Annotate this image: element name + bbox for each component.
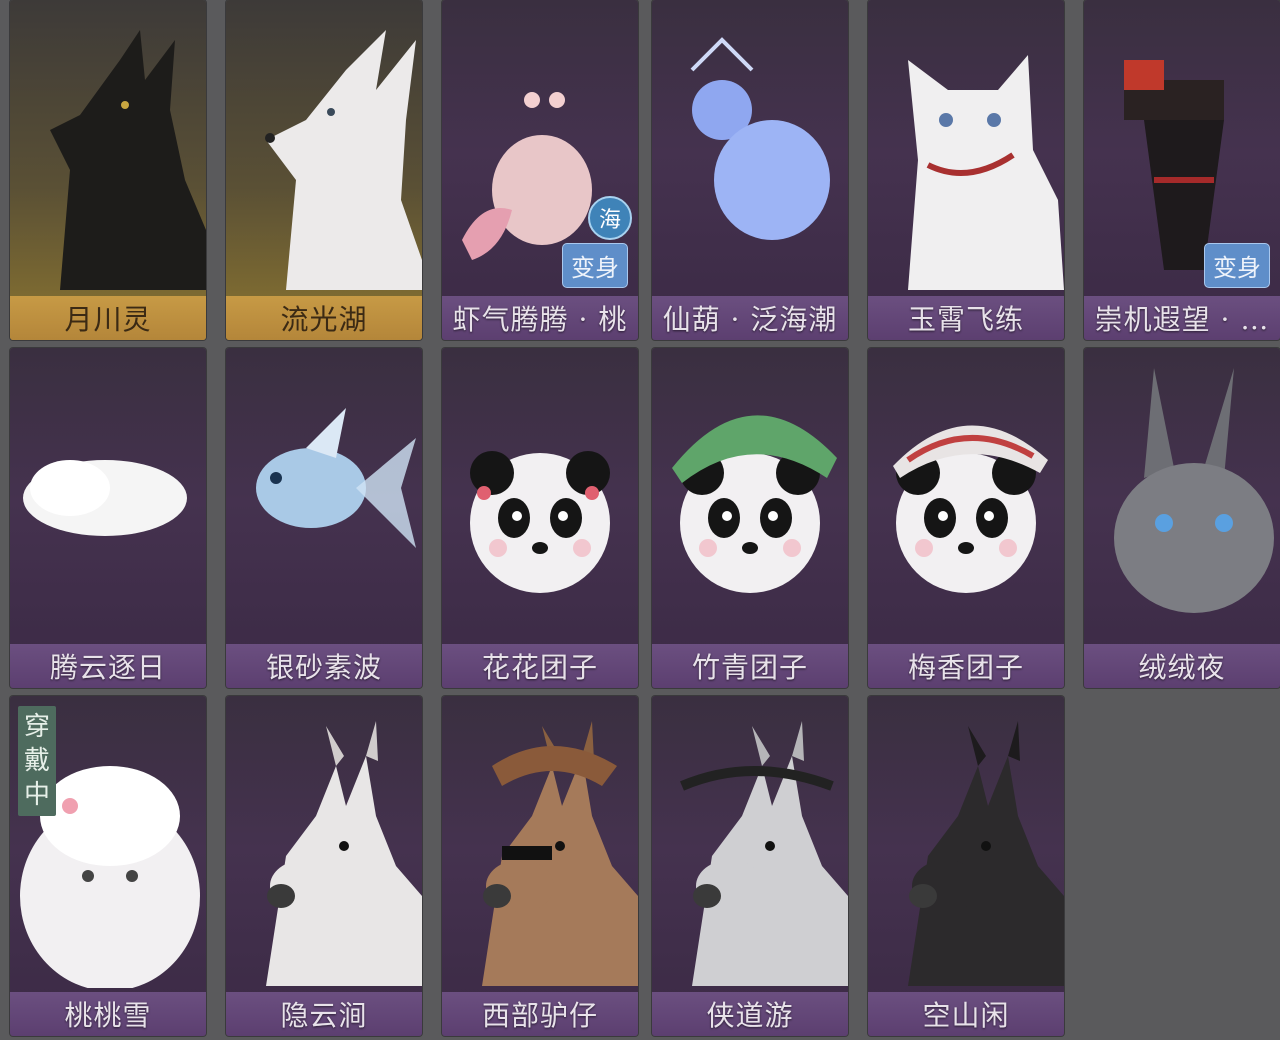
mount-grid: 月川灵 流光湖 海变身 虾气腾腾 · 桃 仙葫 · 泛海潮 玉霄飞练 变身 崇机… [0, 0, 1280, 1040]
card-name: 西部驴仔 [481, 999, 598, 1032]
card-name-bar: 月川灵 [10, 296, 206, 340]
panda-red-hat-icon [893, 425, 1048, 593]
mount-card[interactable]: 西部驴仔 [442, 696, 638, 1036]
mount-card[interactable]: 流光湖 [226, 0, 422, 340]
card-name-bar: 空山闲 [868, 992, 1064, 1036]
card-name: 流光湖 [280, 303, 368, 336]
card-name-bar: 隐云涧 [226, 992, 422, 1036]
mount-card[interactable]: 绒绒夜 [1084, 348, 1280, 688]
goldfish-icon [256, 408, 416, 548]
gray-rabbit-icon [1114, 368, 1274, 613]
card-name: 侠道游 [706, 999, 794, 1032]
card-name: 虾气腾腾 · 桃 [452, 303, 628, 336]
sea-badge: 海 [588, 196, 632, 240]
card-name-bar: 崇机遐望 · … [1084, 296, 1280, 340]
card-name-bar: 桃桃雪 [10, 992, 206, 1036]
card-name-bar: 梅香团子 [868, 644, 1064, 688]
mount-card[interactable]: 变身崇机遐望 · … [1084, 0, 1280, 340]
wearing-tag: 穿戴中 [18, 706, 56, 816]
transform-badge: 变身 [1204, 243, 1270, 288]
white-fox-icon [265, 30, 422, 290]
card-name-bar: 竹青团子 [652, 644, 848, 688]
white-cat-icon [908, 55, 1064, 290]
mount-card[interactable]: 花花团子 [442, 348, 638, 688]
card-name-bar: 腾云逐日 [10, 644, 206, 688]
card-name: 竹青团子 [691, 651, 808, 684]
card-name: 腾云逐日 [49, 651, 166, 684]
card-name-bar: 虾气腾腾 · 桃 [442, 296, 638, 340]
card-name-bar: 侠道游 [652, 992, 848, 1036]
card-name: 银砂素波 [265, 651, 382, 684]
mount-card[interactable]: 银砂素波 [226, 348, 422, 688]
card-name: 玉霄飞练 [907, 303, 1024, 336]
card-name: 空山闲 [922, 999, 1010, 1032]
black-fox-icon [50, 30, 206, 290]
card-name-bar: 银砂素波 [226, 644, 422, 688]
card-name-bar: 流光湖 [226, 296, 422, 340]
mount-card[interactable]: 竹青团子 [652, 348, 848, 688]
card-name-bar: 绒绒夜 [1084, 644, 1280, 688]
card-name: 崇机遐望 · … [1094, 303, 1270, 336]
mount-card[interactable]: 侠道游 [652, 696, 848, 1036]
mount-card[interactable]: 海变身虾气腾腾 · 桃 [442, 0, 638, 340]
card-name: 仙葫 · 泛海潮 [662, 303, 838, 336]
mount-card[interactable]: 梅香团子 [868, 348, 1064, 688]
card-name: 梅香团子 [907, 651, 1024, 684]
mount-card[interactable]: 空山闲 [868, 696, 1064, 1036]
mount-card[interactable]: 玉霄飞练 [868, 0, 1064, 340]
white-donkey-icon [266, 721, 422, 986]
mount-card[interactable]: 腾云逐日 [10, 348, 206, 688]
card-name: 绒绒夜 [1138, 651, 1226, 684]
card-name: 月川灵 [64, 303, 152, 336]
mount-card[interactable]: 仙葫 · 泛海潮 [652, 0, 848, 340]
mount-card[interactable]: 月川灵 [10, 0, 206, 340]
card-name-bar: 仙葫 · 泛海潮 [652, 296, 848, 340]
gourd-icon [690, 37, 830, 240]
gray-donkey-icon [680, 721, 848, 986]
card-name: 花花团子 [481, 651, 598, 684]
black-donkey-icon [908, 721, 1064, 986]
card-name-bar: 花花团子 [442, 644, 638, 688]
cloud-icon [23, 460, 187, 536]
card-name: 桃桃雪 [64, 999, 152, 1032]
mount-card[interactable]: 穿戴中桃桃雪 [10, 696, 206, 1036]
card-name: 隐云涧 [280, 999, 368, 1032]
mount-card[interactable]: 隐云涧 [226, 696, 422, 1036]
panda-green-hat-icon [672, 415, 837, 593]
cowboy-donkey-icon [482, 721, 638, 986]
panda-icon [470, 451, 610, 593]
card-name-bar: 西部驴仔 [442, 992, 638, 1036]
transform-badge: 变身 [562, 243, 628, 288]
card-name-bar: 玉霄飞练 [868, 296, 1064, 340]
